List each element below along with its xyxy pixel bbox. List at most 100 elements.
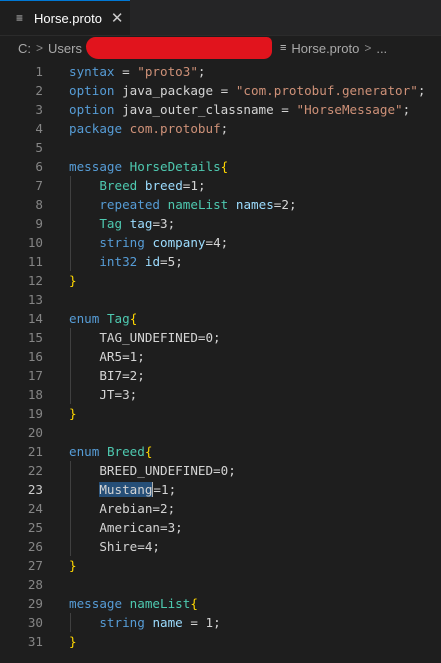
code-line[interactable]: 26 Shire=4; <box>0 537 441 556</box>
code-line[interactable]: 9 Tag tag=3; <box>0 214 441 233</box>
tab-horse-proto[interactable]: ≡ Horse.proto ✕ <box>0 0 130 35</box>
code-line[interactable]: 5 <box>0 138 441 157</box>
code-line[interactable]: 14 enum Tag{ <box>0 309 441 328</box>
code-line[interactable]: 25 American=3; <box>0 518 441 537</box>
close-icon[interactable]: ✕ <box>111 9 124 27</box>
code-line[interactable]: 22 BREED_UNDEFINED=0; <box>0 461 441 480</box>
code-token: ; <box>417 83 426 98</box>
tab-bar: ≡ Horse.proto ✕ <box>0 0 441 36</box>
code-token: } <box>69 558 77 573</box>
code-line[interactable]: 31} <box>0 632 441 651</box>
line-number: 22 <box>27 463 43 478</box>
code-token: names <box>235 197 274 212</box>
code-line[interactable]: 12} <box>0 271 441 290</box>
breadcrumb-file[interactable]: Horse.proto <box>291 41 359 56</box>
line-number: 23 <box>27 482 43 497</box>
code-token: com.protobuf <box>129 121 221 136</box>
code-line[interactable]: 24 Arebian=2; <box>0 499 441 518</box>
code-line[interactable]: 8 repeated nameList names=2; <box>0 195 441 214</box>
code-line[interactable]: 28 <box>0 575 441 594</box>
code-text: } <box>69 404 77 423</box>
code-line[interactable]: 27} <box>0 556 441 575</box>
code-line[interactable]: 17 BI7=2; <box>0 366 441 385</box>
line-number: 1 <box>35 64 43 79</box>
code-token: nameList <box>167 197 229 212</box>
code-token: BI7=2; <box>69 368 145 383</box>
lines-file-icon: ≡ <box>279 42 287 54</box>
breadcrumb: C: > Users ≡ Horse.proto > ... <box>0 36 441 60</box>
code-token: breed <box>144 178 183 193</box>
code-token: option <box>69 83 115 98</box>
code-token: JT=3; <box>69 387 138 402</box>
code-token: "HorseMessage" <box>296 102 403 117</box>
code-line[interactable]: 23 Mustang=1; <box>0 480 441 499</box>
code-token: int32 <box>99 254 138 269</box>
code-text: option java_outer_classname = "HorseMess… <box>69 100 410 119</box>
code-token: java_outer_classname = <box>114 102 297 117</box>
code-line[interactable]: 20 <box>0 423 441 442</box>
code-line[interactable]: 21 enum Breed{ <box>0 442 441 461</box>
code-token: Tag <box>106 311 130 326</box>
line-number: 7 <box>35 178 43 193</box>
code-line[interactable]: 18 JT=3; <box>0 385 441 404</box>
code-line[interactable]: 19} <box>0 404 441 423</box>
code-token: =5; <box>160 254 183 269</box>
code-token: option <box>69 102 115 117</box>
indent-guide <box>70 613 71 632</box>
code-text: JT=3; <box>69 385 137 404</box>
code-line[interactable]: 6 message HorseDetails{ <box>0 157 441 176</box>
code-line[interactable]: 13 <box>0 290 441 309</box>
code-line[interactable]: 29 message nameList{ <box>0 594 441 613</box>
line-number: 31 <box>27 634 43 649</box>
code-line[interactable]: 10 string company=4; <box>0 233 441 252</box>
code-line[interactable]: 15 TAG_UNDEFINED=0; <box>0 328 441 347</box>
breadcrumb-drive[interactable]: C: <box>18 41 31 56</box>
code-text: TAG_UNDEFINED=0; <box>69 328 220 347</box>
code-text: message nameList{ <box>69 594 198 613</box>
line-number: 5 <box>35 140 43 155</box>
code-line[interactable]: 16 AR5=1; <box>0 347 441 366</box>
code-token: java_package = <box>114 83 236 98</box>
selected-text: Mustang <box>99 482 153 497</box>
code-line[interactable]: 1 syntax = "proto3"; <box>0 62 441 81</box>
code-token: name <box>152 615 183 630</box>
line-number: 28 <box>27 577 43 592</box>
code-text: syntax = "proto3"; <box>69 62 206 81</box>
code-text: package com.protobuf; <box>69 119 228 138</box>
line-number: 25 <box>27 520 43 535</box>
code-line[interactable]: 30 string name = 1; <box>0 613 441 632</box>
code-text: enum Breed{ <box>69 442 152 461</box>
code-token: id <box>144 254 161 269</box>
line-number: 10 <box>27 235 43 250</box>
code-line[interactable]: 11 int32 id=5; <box>0 252 441 271</box>
code-line[interactable]: 2 option java_package = "com.protobuf.gen… <box>0 81 441 100</box>
code-token: company <box>152 235 206 250</box>
code-token: ; <box>220 121 229 136</box>
code-editor[interactable]: 1 syntax = "proto3"; 2 option java_package … <box>0 60 441 663</box>
code-token: AR5=1; <box>69 349 145 364</box>
code-line[interactable]: 4 package com.protobuf; <box>0 119 441 138</box>
code-line[interactable]: 3 option java_outer_classname = "HorseMes… <box>0 100 441 119</box>
code-line[interactable]: 7 Breed breed=1; <box>0 176 441 195</box>
breadcrumb-users[interactable]: Users <box>48 41 82 56</box>
code-token: American=3; <box>69 520 183 535</box>
code-token: Breed <box>106 444 145 459</box>
code-text: } <box>69 632 77 651</box>
code-token: message <box>69 159 123 174</box>
line-number: 18 <box>27 387 43 402</box>
indent-guide <box>70 461 71 556</box>
line-number: 21 <box>27 444 43 459</box>
chevron-right-icon: > <box>36 41 44 55</box>
breadcrumb-more[interactable]: ... <box>376 41 387 56</box>
code-token: nameList <box>129 596 191 611</box>
line-number: 27 <box>27 558 43 573</box>
code-text: message HorseDetails{ <box>69 157 228 176</box>
